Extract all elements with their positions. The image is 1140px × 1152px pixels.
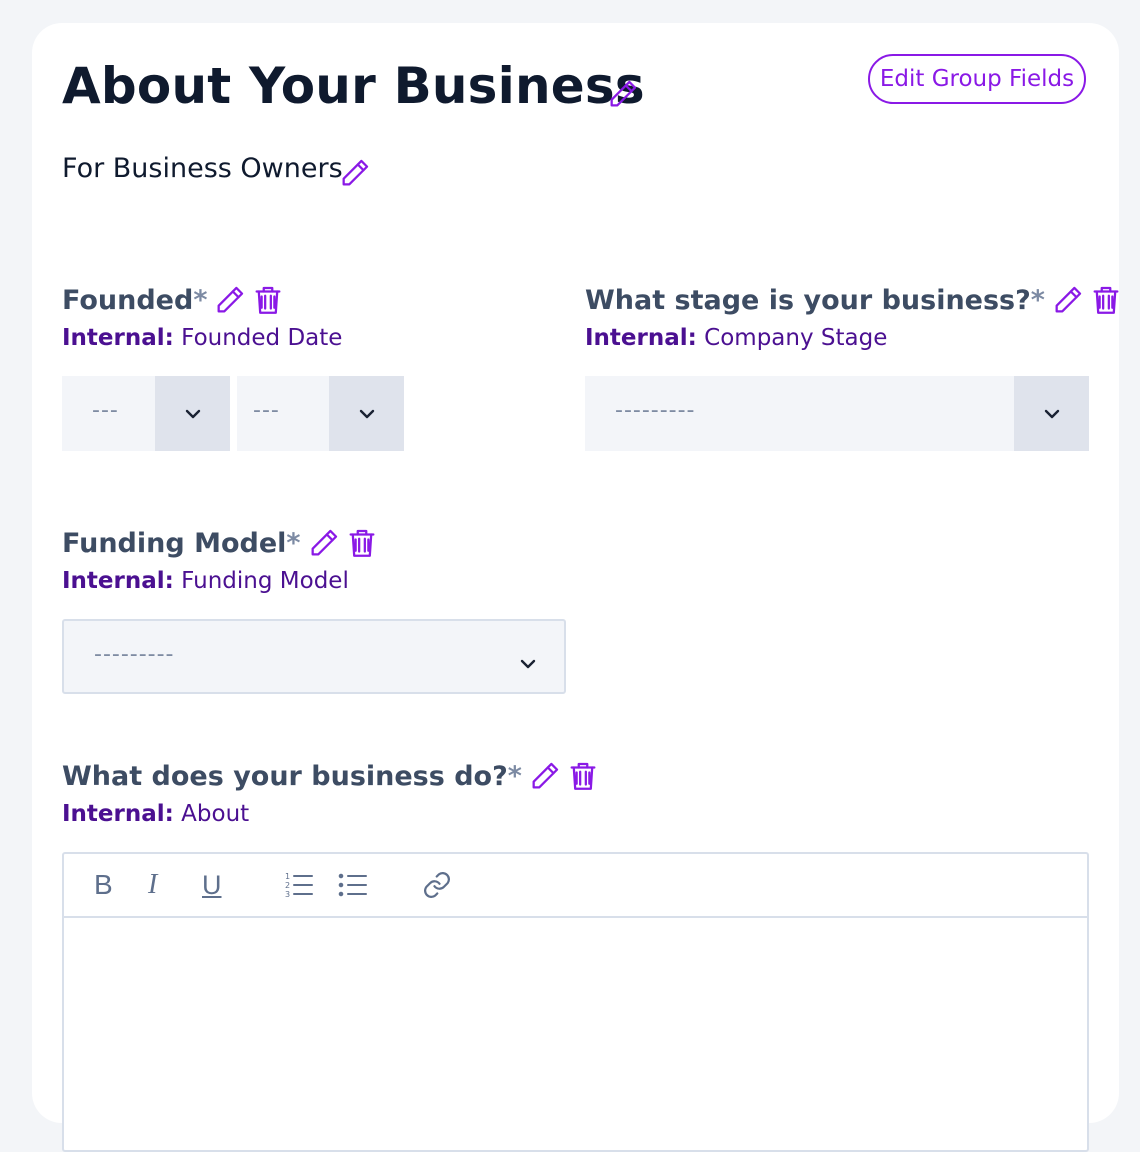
edit-field-pencil-icon[interactable] [307, 526, 341, 560]
chevron-down-icon [1014, 376, 1089, 451]
field-label: What does your business do?* [62, 760, 522, 792]
internal-name: Funding Model [181, 568, 349, 594]
svg-text:1: 1 [285, 872, 290, 881]
chevron-down-icon [329, 376, 404, 451]
field-label: Funding Model* [62, 527, 301, 559]
internal-name-line: Internal: Founded Date [62, 325, 342, 351]
link-icon[interactable] [422, 870, 452, 900]
field-founded: Founded* Internal: Founded Date [62, 283, 342, 352]
edit-subtitle-pencil-icon[interactable] [338, 156, 372, 190]
internal-name: About [181, 801, 250, 827]
bullet-list-icon[interactable] [338, 870, 368, 900]
internal-name-line: Internal: Company Stage [585, 325, 1123, 351]
editor-content-area[interactable] [64, 916, 1087, 1150]
internal-prefix: Internal: [62, 325, 174, 351]
internal-name-line: Internal: About [62, 801, 600, 827]
internal-name: Founded Date [181, 325, 343, 351]
select-value: --------- [94, 642, 175, 667]
internal-prefix: Internal: [62, 801, 174, 827]
internal-prefix: Internal: [62, 568, 174, 594]
select-value: --- [253, 398, 280, 423]
field-group-card: About Your Business Edit Group Fields Fo… [32, 23, 1119, 1152]
italic-icon[interactable]: I [148, 869, 157, 900]
underline-icon[interactable]: U [202, 870, 222, 900]
chevron-down-icon [520, 650, 536, 675]
edit-title-pencil-icon[interactable] [606, 77, 640, 111]
required-marker: * [193, 284, 208, 316]
required-marker: * [507, 760, 522, 792]
chevron-down-icon [155, 376, 230, 451]
bold-icon[interactable]: B [94, 869, 113, 900]
svg-text:2: 2 [285, 881, 290, 890]
delete-field-trash-icon[interactable] [566, 759, 600, 793]
edit-field-pencil-icon[interactable] [1051, 283, 1085, 317]
delete-field-trash-icon[interactable] [1089, 283, 1123, 317]
select-value: --------- [615, 398, 696, 423]
funding-model-select[interactable]: --------- [62, 619, 566, 694]
edit-group-fields-button[interactable]: Edit Group Fields [868, 54, 1086, 104]
internal-name: Company Stage [704, 325, 888, 351]
founded-year-select[interactable]: --- [237, 376, 404, 451]
founded-month-select[interactable]: --- [62, 376, 230, 451]
editor-toolbar: B I U 1 2 3 [64, 854, 1087, 918]
field-company-stage: What stage is your business?* Internal: … [585, 283, 1123, 351]
group-subtitle: For Business Owners [62, 153, 343, 184]
delete-field-trash-icon[interactable] [345, 526, 379, 560]
company-stage-select[interactable]: --------- [585, 376, 1089, 451]
field-about: What does your business do?* Internal: A… [62, 759, 600, 827]
ordered-list-icon[interactable]: 1 2 3 [284, 870, 314, 900]
internal-name-line: Internal: Funding Model [62, 568, 379, 594]
group-title: About Your Business [62, 57, 645, 115]
field-label: What stage is your business?* [585, 284, 1045, 316]
svg-text:3: 3 [285, 890, 290, 899]
edit-field-pencil-icon[interactable] [213, 283, 247, 317]
field-funding-model: Funding Model* Internal: Funding Model [62, 526, 379, 594]
required-marker: * [1030, 284, 1045, 316]
required-marker: * [286, 527, 301, 559]
internal-prefix: Internal: [585, 325, 697, 351]
select-value: --- [92, 398, 119, 423]
delete-field-trash-icon[interactable] [251, 283, 285, 317]
edit-field-pencil-icon[interactable] [528, 759, 562, 793]
rich-text-editor: B I U 1 2 3 [62, 852, 1089, 1152]
field-label: Founded* [62, 284, 208, 316]
